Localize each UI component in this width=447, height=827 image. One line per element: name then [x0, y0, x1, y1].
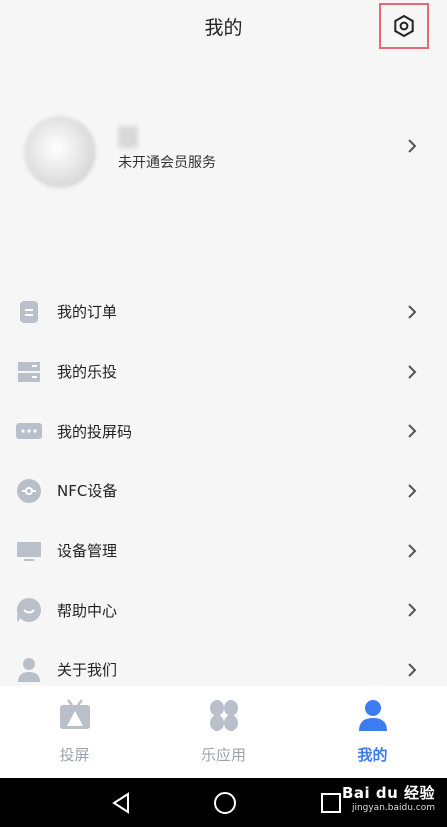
order-icon	[16, 299, 42, 325]
menu-item-my-letou[interactable]: 我的乐投	[0, 342, 447, 402]
tab-label: 我的	[357, 746, 388, 764]
person-icon	[16, 657, 42, 683]
device-stack-icon	[16, 359, 42, 385]
menu-list: 我的订单 我的乐投 我的投屏码 NFC设备 设备管理 帮助中心 关于我们	[0, 282, 447, 700]
system-nav-bar: Bai du 经验 jingyan.baidu.com	[0, 778, 447, 827]
tab-apps[interactable]: 乐应用	[149, 686, 298, 778]
tab-mine[interactable]: 我的	[298, 686, 447, 778]
menu-item-device-management[interactable]: 设备管理	[0, 521, 447, 581]
chevron-right-icon	[408, 424, 417, 438]
chevron-right-icon	[408, 305, 417, 319]
chevron-right-icon	[408, 484, 417, 498]
tv-icon	[58, 698, 92, 732]
page-title: 我的	[204, 16, 243, 39]
watermark-url: jingyan.baidu.com	[351, 803, 435, 813]
menu-item-orders[interactable]: 我的订单	[0, 282, 447, 342]
vip-status-text: 未开通会员服务	[118, 155, 216, 171]
chevron-right-icon	[408, 139, 417, 153]
watermark-title: Bai du 经验	[341, 784, 435, 802]
bottom-tab-bar: 投屏 乐应用 我的	[0, 686, 447, 778]
chevron-right-icon	[408, 663, 417, 677]
menu-item-cast-code[interactable]: 我的投屏码	[0, 401, 447, 461]
code-icon	[16, 418, 42, 444]
recents-icon[interactable]	[318, 790, 344, 816]
user-icon	[356, 698, 390, 732]
username-blurred	[118, 126, 138, 148]
menu-item-label: 我的乐投	[57, 363, 118, 382]
chevron-right-icon	[408, 543, 417, 558]
settings-button[interactable]	[379, 3, 429, 49]
menu-item-help-center[interactable]: 帮助中心	[0, 580, 447, 640]
menu-item-nfc[interactable]: NFC设备	[0, 461, 447, 521]
help-icon	[16, 597, 42, 623]
monitor-icon	[16, 538, 42, 564]
header: 我的	[0, 0, 447, 52]
nfc-icon	[16, 478, 42, 504]
menu-item-label: NFC设备	[57, 482, 118, 501]
menu-item-label: 我的投屏码	[57, 422, 133, 441]
settings-icon	[394, 14, 414, 38]
chevron-right-icon	[408, 603, 417, 617]
profile-card[interactable]: 未开通会员服务	[0, 88, 447, 228]
chevron-right-icon	[408, 364, 417, 379]
tab-label: 投屏	[59, 746, 90, 764]
menu-item-label: 设备管理	[57, 542, 118, 561]
watermark: Bai du 经验 jingyan.baidu.com	[342, 782, 435, 813]
tab-label: 乐应用	[200, 746, 246, 764]
menu-item-label: 帮助中心	[57, 601, 118, 620]
back-icon[interactable]	[108, 790, 134, 816]
tab-cast[interactable]: 投屏	[0, 686, 149, 778]
apps-icon	[207, 698, 241, 732]
home-icon[interactable]	[212, 790, 238, 816]
menu-item-label: 关于我们	[57, 661, 118, 680]
avatar	[24, 116, 96, 188]
menu-item-label: 我的订单	[57, 303, 118, 322]
